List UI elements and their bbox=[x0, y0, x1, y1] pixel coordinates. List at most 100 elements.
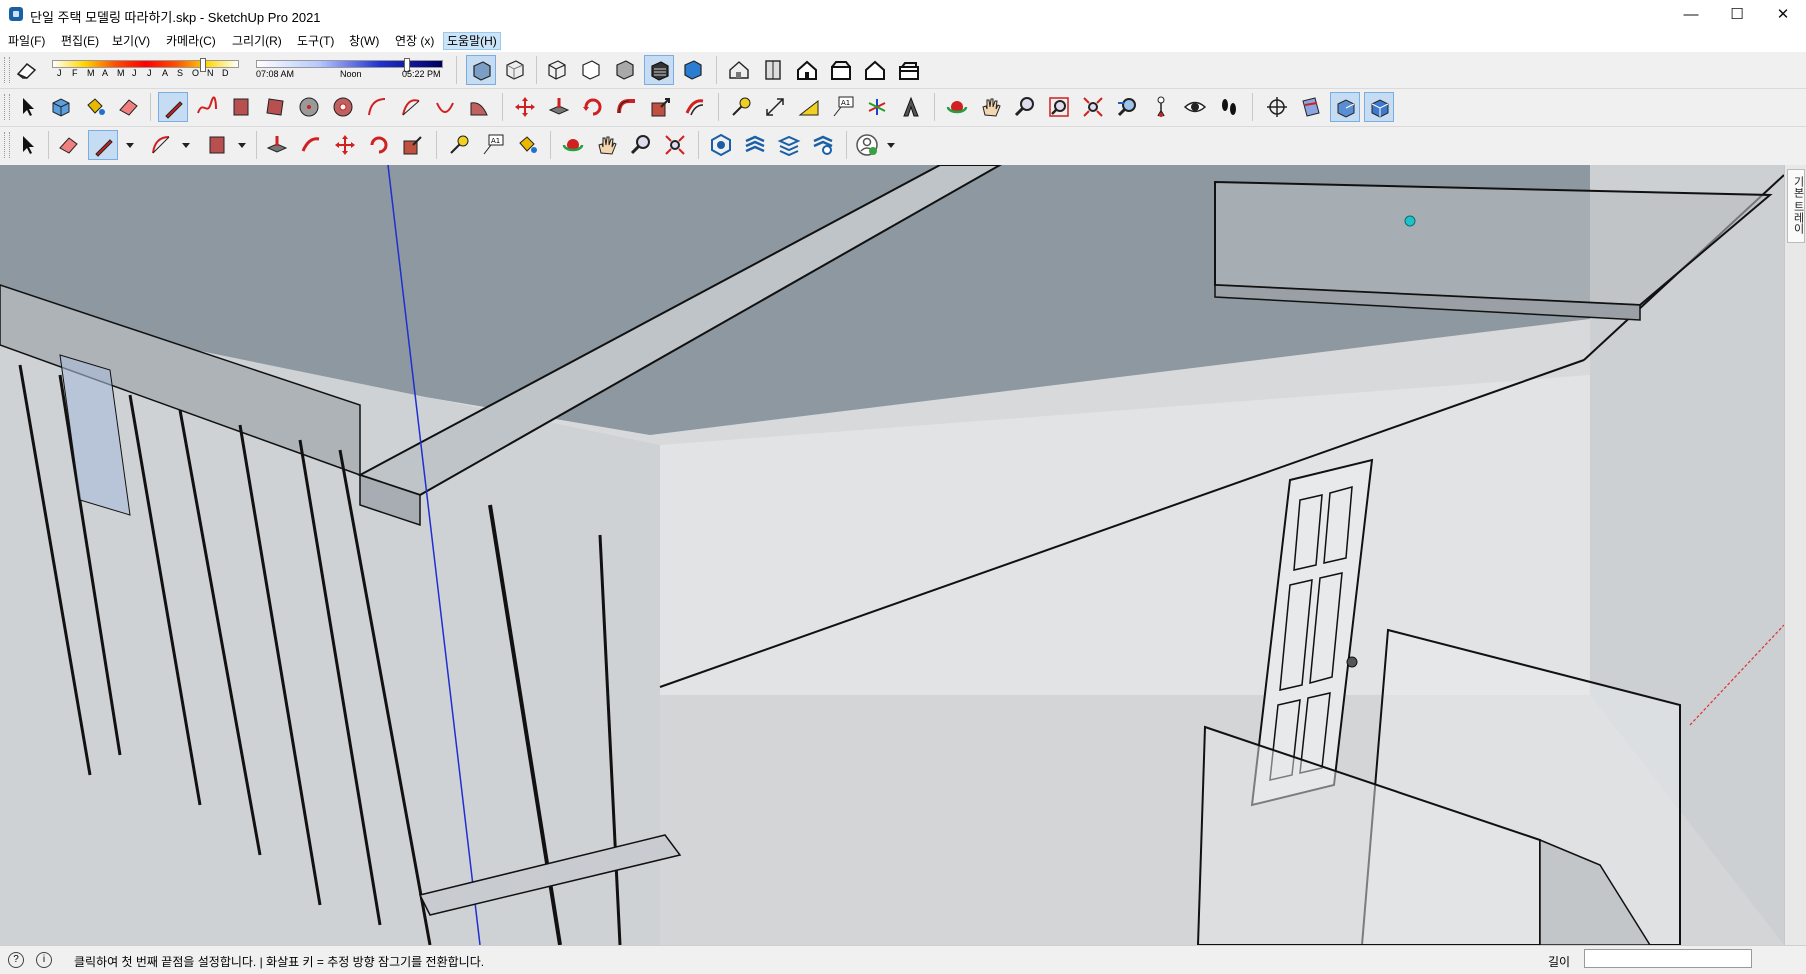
freehand-icon[interactable] bbox=[192, 92, 222, 122]
close-button[interactable]: ✕ bbox=[1760, 0, 1806, 30]
display-section-cuts-icon[interactable] bbox=[1330, 92, 1360, 122]
pie-icon[interactable] bbox=[464, 92, 494, 122]
extension-warehouse-icon[interactable] bbox=[740, 130, 770, 160]
pan-hand-icon[interactable] bbox=[976, 92, 1006, 122]
shaded-style-icon[interactable] bbox=[610, 55, 640, 85]
line-pencil-icon[interactable] bbox=[158, 92, 188, 122]
3d-warehouse-icon[interactable] bbox=[706, 130, 736, 160]
geo-location-icon[interactable]: ? bbox=[8, 952, 24, 968]
sketchup-app-icon[interactable] bbox=[9, 7, 23, 21]
display-section-planes-icon[interactable] bbox=[1296, 92, 1326, 122]
select-arrow-icon[interactable] bbox=[12, 92, 42, 122]
push-pull-icon[interactable] bbox=[262, 130, 292, 160]
polygon-icon[interactable] bbox=[328, 92, 358, 122]
eraser-tool-icon[interactable] bbox=[54, 130, 84, 160]
tape-measure-icon[interactable] bbox=[726, 92, 756, 122]
line-pencil-icon[interactable] bbox=[88, 130, 118, 160]
rotate-icon[interactable] bbox=[578, 92, 608, 122]
info-icon[interactable]: i bbox=[36, 952, 52, 968]
make-component-icon[interactable] bbox=[46, 92, 76, 122]
two-point-arc-icon[interactable] bbox=[396, 92, 426, 122]
zoom-icon[interactable] bbox=[1010, 92, 1040, 122]
line-tools-dropdown[interactable] bbox=[125, 130, 135, 160]
zoom-extents-icon[interactable] bbox=[1078, 92, 1108, 122]
circle-icon[interactable] bbox=[294, 92, 324, 122]
menu-help[interactable]: 도움말(H) bbox=[443, 32, 501, 50]
hidden-line-style-icon[interactable] bbox=[576, 55, 606, 85]
look-around-eye-icon[interactable] bbox=[1180, 92, 1210, 122]
shaded-with-textures-icon[interactable] bbox=[644, 55, 674, 85]
offset-icon[interactable] bbox=[296, 130, 326, 160]
menu-file[interactable]: 파일(F) bbox=[5, 33, 48, 49]
protractor-icon[interactable] bbox=[794, 92, 824, 122]
layout-icon[interactable] bbox=[774, 130, 804, 160]
toolbar-grip[interactable] bbox=[4, 132, 10, 158]
back-view-icon[interactable] bbox=[860, 55, 890, 85]
iso-view-icon[interactable] bbox=[724, 55, 754, 85]
move-icon[interactable] bbox=[510, 92, 540, 122]
arc-icon[interactable] bbox=[146, 130, 176, 160]
follow-me-icon[interactable] bbox=[612, 92, 642, 122]
position-camera-icon[interactable] bbox=[1146, 92, 1176, 122]
paint-bucket-icon[interactable] bbox=[80, 92, 110, 122]
scale-icon[interactable] bbox=[646, 92, 676, 122]
shape-tools-dropdown[interactable] bbox=[237, 130, 247, 160]
maximize-button[interactable]: ☐ bbox=[1714, 0, 1760, 30]
menu-edit[interactable]: 편집(E) bbox=[58, 33, 102, 49]
three-point-arc-icon[interactable] bbox=[430, 92, 460, 122]
toolbar-grip[interactable] bbox=[4, 94, 10, 120]
menu-draw[interactable]: 그리기(R) bbox=[229, 33, 285, 49]
toolbar-grip[interactable] bbox=[4, 57, 10, 83]
account-profile-icon[interactable] bbox=[852, 130, 882, 160]
zoom-window-icon[interactable] bbox=[1044, 92, 1074, 122]
xray-style-icon[interactable] bbox=[500, 55, 530, 85]
arc-tools-dropdown[interactable] bbox=[181, 130, 191, 160]
text-tool-icon[interactable]: A1 bbox=[828, 92, 858, 122]
orbit-icon[interactable] bbox=[942, 92, 972, 122]
push-pull-icon[interactable] bbox=[544, 92, 574, 122]
front-view-icon[interactable] bbox=[792, 55, 822, 85]
rectangle-icon[interactable] bbox=[226, 92, 256, 122]
extension-manager-icon[interactable] bbox=[808, 130, 838, 160]
eraser-tool-icon[interactable] bbox=[114, 92, 144, 122]
offset-icon[interactable] bbox=[680, 92, 710, 122]
orbit-icon[interactable] bbox=[558, 130, 588, 160]
menu-extensions[interactable]: 연장 (x) bbox=[392, 33, 437, 49]
wireframe-style-icon[interactable] bbox=[542, 55, 572, 85]
measurements-input[interactable] bbox=[1584, 949, 1752, 968]
modeling-viewport[interactable] bbox=[0, 165, 1784, 945]
arc-icon[interactable] bbox=[362, 92, 392, 122]
section-plane-icon[interactable] bbox=[1262, 92, 1292, 122]
axes-icon[interactable] bbox=[862, 92, 892, 122]
dimension-icon[interactable] bbox=[760, 92, 790, 122]
account-dropdown[interactable] bbox=[886, 130, 896, 160]
menu-window[interactable]: 창(W) bbox=[346, 33, 382, 49]
3d-text-icon[interactable] bbox=[896, 92, 926, 122]
rotate-icon[interactable] bbox=[364, 130, 394, 160]
pan-hand-icon[interactable] bbox=[592, 130, 622, 160]
rectangle-icon[interactable] bbox=[202, 130, 232, 160]
move-icon[interactable] bbox=[330, 130, 360, 160]
paint-bucket-icon[interactable] bbox=[512, 130, 542, 160]
select-arrow-icon[interactable] bbox=[12, 130, 42, 160]
top-view-icon[interactable] bbox=[758, 55, 788, 85]
rotated-rectangle-icon[interactable] bbox=[260, 92, 290, 122]
text-tool-icon[interactable]: A1 bbox=[478, 130, 508, 160]
monochrome-style-icon[interactable] bbox=[466, 55, 496, 85]
left-view-icon[interactable] bbox=[894, 55, 924, 85]
eraser-icon[interactable] bbox=[12, 55, 42, 85]
monochrome-blue-icon[interactable] bbox=[678, 55, 708, 85]
tape-measure-icon[interactable] bbox=[444, 130, 474, 160]
zoom-icon[interactable] bbox=[626, 130, 656, 160]
menu-view[interactable]: 보기(V) bbox=[109, 33, 153, 49]
tray-tab[interactable]: 기본 트레이 bbox=[1787, 169, 1805, 243]
zoom-extents-icon[interactable] bbox=[660, 130, 690, 160]
right-view-icon[interactable] bbox=[826, 55, 856, 85]
walk-footprints-icon[interactable] bbox=[1214, 92, 1244, 122]
minimize-button[interactable]: — bbox=[1668, 0, 1714, 30]
display-section-fill-icon[interactable] bbox=[1364, 92, 1394, 122]
menu-tools[interactable]: 도구(T) bbox=[294, 33, 337, 49]
scale-icon[interactable] bbox=[398, 130, 428, 160]
previous-view-icon[interactable] bbox=[1112, 92, 1142, 122]
menu-camera[interactable]: 카메라(C) bbox=[163, 33, 219, 49]
